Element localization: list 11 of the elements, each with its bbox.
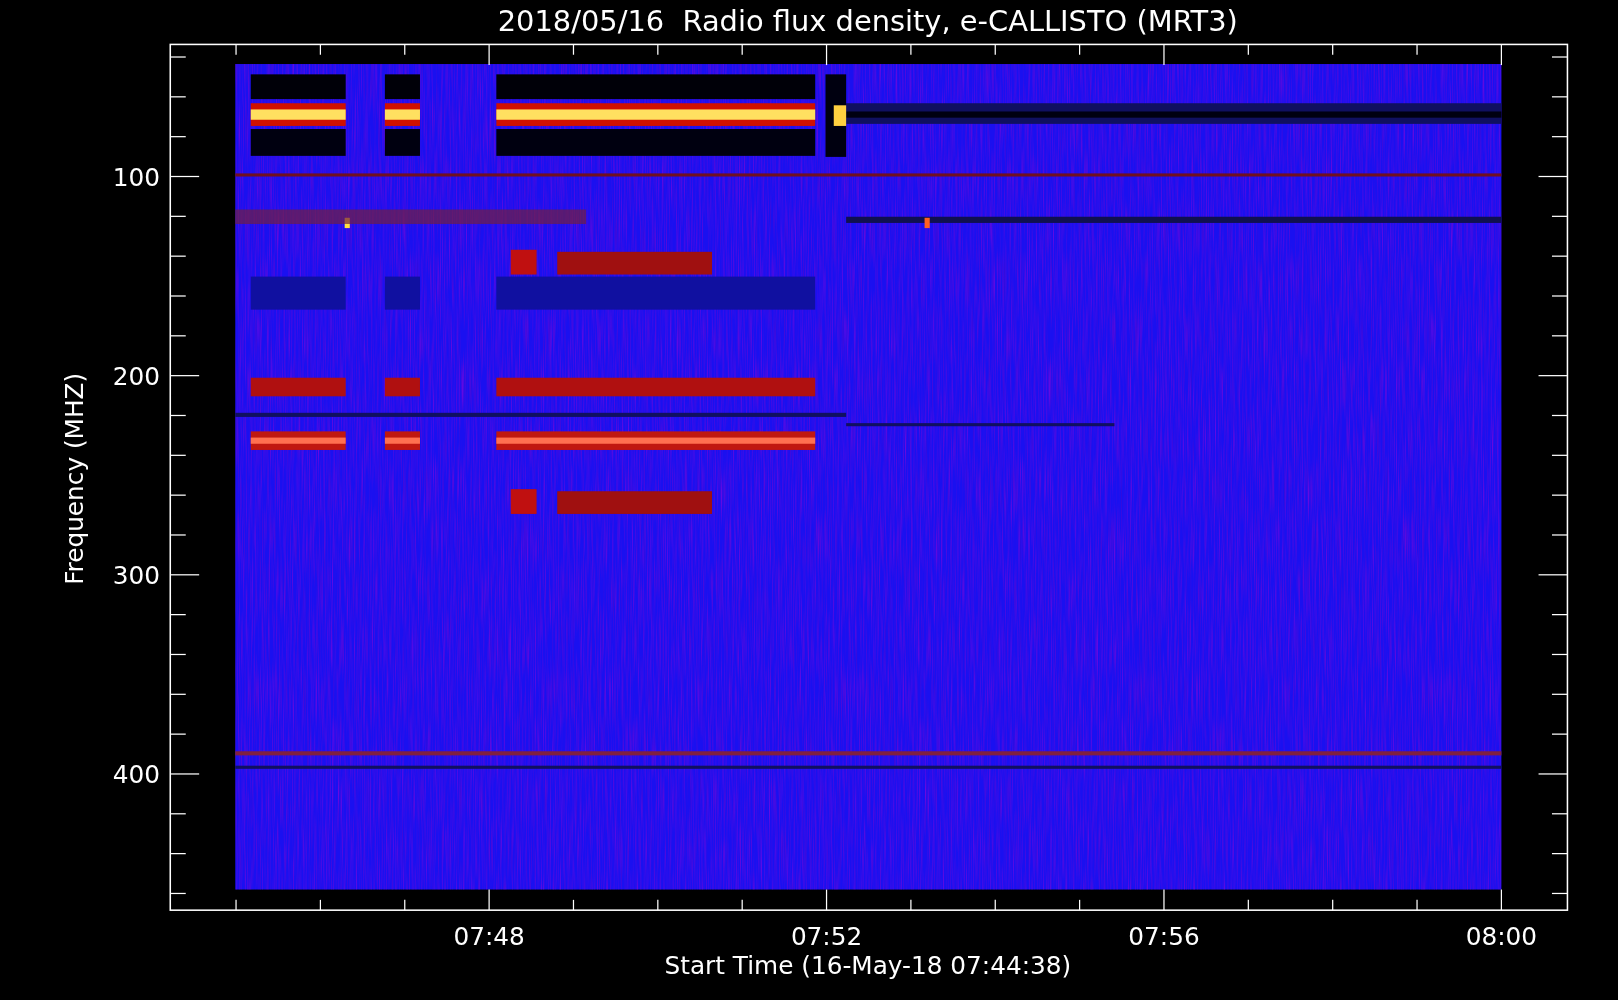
tick-label: 200 (112, 361, 160, 391)
tick-label: 100 (112, 162, 160, 192)
tick-label: 07:48 (453, 922, 525, 952)
tick-label: 400 (112, 760, 160, 790)
tick-label: 08:00 (1465, 922, 1538, 952)
tick-label: 07:52 (790, 922, 863, 952)
axis-label: Frequency (MHZ) (59, 372, 89, 585)
tick-label: 300 (112, 561, 160, 591)
plot-title: 2018/05/16 Radio flux density, e-CALLISTO (MRT3) (497, 4, 1238, 38)
axis-label: Start Time (16-May-18 07:44:38) (664, 951, 1072, 981)
tick-label: 07:56 (1128, 922, 1200, 952)
